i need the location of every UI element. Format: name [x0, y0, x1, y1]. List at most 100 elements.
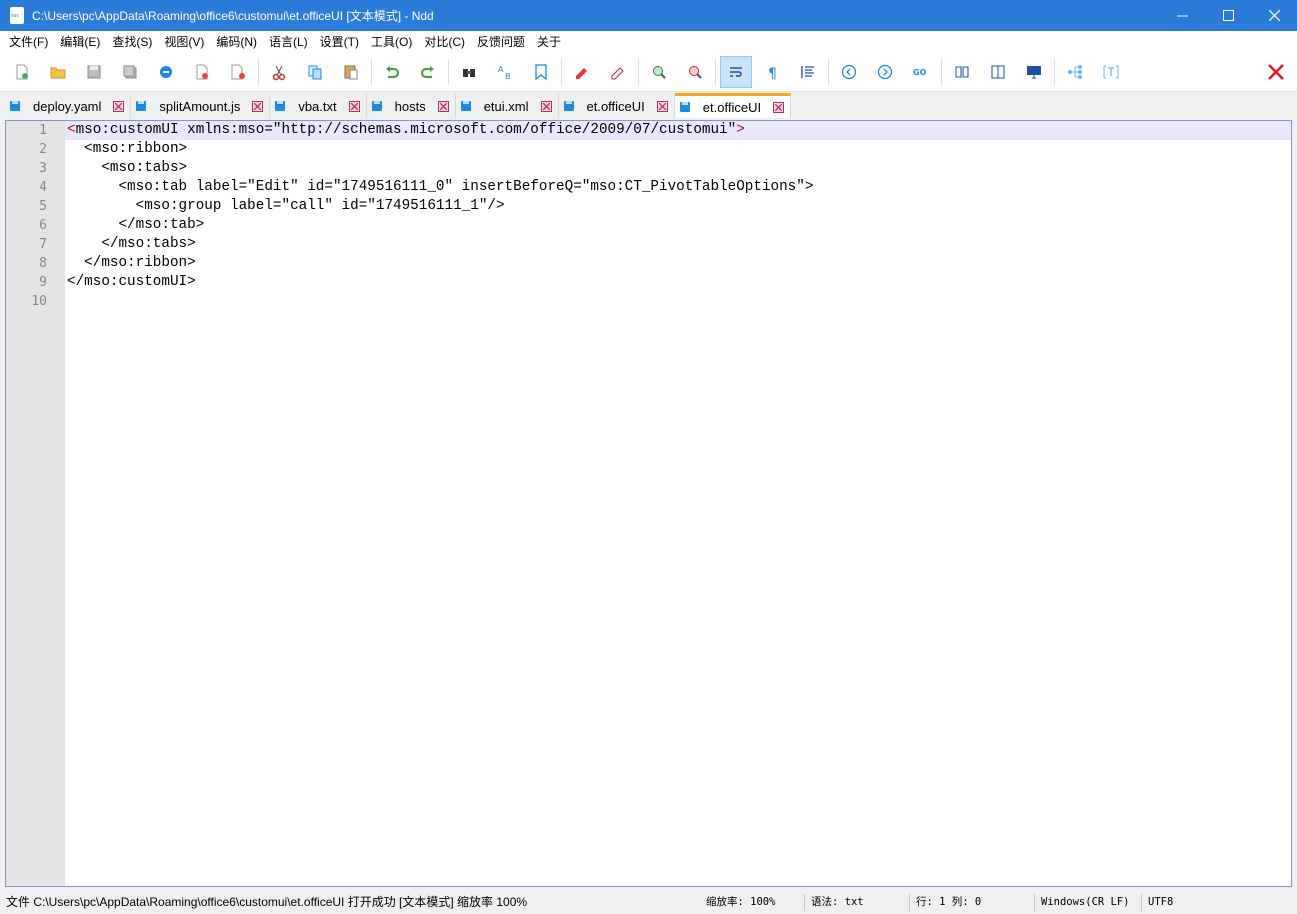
tab-close-button[interactable]: [656, 100, 668, 112]
compare-button[interactable]: [946, 56, 978, 88]
toolbar-separator: [941, 59, 942, 85]
tab-close-button[interactable]: [437, 100, 449, 112]
status-bar: 文件 C:\Users\pc\AppData\Roaming\office6\c…: [0, 891, 1297, 914]
bracket-match: <: [67, 122, 76, 138]
code-line[interactable]: </mso:tab>: [65, 216, 1291, 235]
code-line[interactable]: <mso:tabs>: [65, 159, 1291, 178]
code-line[interactable]: <mso:customUI xmlns:mso="http://schemas.…: [65, 121, 1291, 140]
monitor-button[interactable]: [1018, 56, 1050, 88]
menu-about[interactable]: 关于: [531, 31, 567, 53]
tab-label: deploy.yaml: [33, 98, 102, 114]
toolbar-separator: [448, 59, 449, 85]
code-line[interactable]: </mso:customUI>: [65, 273, 1291, 292]
rename-button[interactable]: [150, 56, 182, 88]
tab-splitamount-js[interactable]: splitAmount.js: [131, 94, 271, 118]
indent-guide-button[interactable]: [792, 56, 824, 88]
menu-settings[interactable]: 设置(T): [314, 31, 365, 53]
menu-edit[interactable]: 编辑(E): [54, 31, 106, 53]
code-editor[interactable]: 1 2 3 4 5 6 7 8 9 10 <mso:customUI xmlns…: [5, 120, 1292, 887]
save-all-button[interactable]: [114, 56, 146, 88]
toolbar-separator: [715, 59, 716, 85]
code-line[interactable]: <mso:ribbon>: [65, 140, 1291, 159]
close-window-button[interactable]: [1251, 0, 1297, 31]
tab-deploy-yaml[interactable]: deploy.yaml: [5, 94, 132, 118]
text-mode-button[interactable]: [1095, 56, 1127, 88]
bookmark-button[interactable]: [525, 56, 557, 88]
indent-guide-icon: [801, 66, 814, 78]
code-text: </mso:customUI>: [67, 274, 196, 290]
paste-button[interactable]: [335, 56, 367, 88]
close-icon: [658, 102, 666, 110]
code-line[interactable]: <mso:tab label="Edit" id="1749516111_0" …: [65, 178, 1291, 197]
next-button[interactable]: [869, 56, 901, 88]
floppy-icon: [563, 101, 574, 111]
new-file-icon: [16, 64, 28, 80]
close-all-button[interactable]: [222, 56, 254, 88]
close-all-icon: [231, 64, 245, 80]
copy-button[interactable]: [299, 56, 331, 88]
prev-button[interactable]: [833, 56, 865, 88]
close-icon: [1268, 64, 1284, 80]
bracket-match: >: [736, 122, 745, 138]
tab-close-button[interactable]: [113, 100, 125, 112]
line-number: 7: [39, 237, 47, 252]
tab-close-button[interactable]: [540, 100, 552, 112]
mark-button[interactable]: [566, 56, 598, 88]
tree-icon: [1068, 65, 1082, 79]
open-file-button[interactable]: [42, 56, 74, 88]
tab-close-button[interactable]: [252, 100, 264, 112]
status-syntax: 语法: txt: [811, 896, 864, 908]
split-view-button[interactable]: [982, 56, 1014, 88]
menu-feedback[interactable]: 反馈问题: [471, 31, 531, 53]
code-line[interactable]: [65, 292, 1291, 311]
show-symbols-button[interactable]: ¶: [756, 56, 788, 88]
close-file-button[interactable]: [186, 56, 218, 88]
menu-bar: 文件(F) 编辑(E) 查找(S) 视图(V) 编码(N) 语言(L) 设置(T…: [0, 31, 1297, 53]
maximize-button[interactable]: [1205, 0, 1251, 31]
status-eol: Windows(CR LF): [1041, 896, 1130, 908]
status-position: 行: 1 列: 0: [916, 896, 982, 908]
zoom-in-button[interactable]: [643, 56, 675, 88]
menu-view[interactable]: 视图(V): [158, 31, 210, 53]
tab-etui-xml[interactable]: etui.xml: [455, 94, 559, 118]
code-line[interactable]: </mso:tabs>: [65, 235, 1291, 254]
cut-button[interactable]: [263, 56, 295, 88]
menu-find[interactable]: 查找(S): [106, 31, 158, 53]
word-wrap-button[interactable]: [720, 56, 752, 88]
menu-tools[interactable]: 工具(O): [365, 31, 418, 53]
goto-button[interactable]: GO: [905, 56, 937, 88]
tab-hosts[interactable]: hosts: [366, 94, 456, 118]
tab-et-officeui[interactable]: et.officeUI: [558, 94, 675, 118]
tab-vba-txt[interactable]: vba.txt: [270, 94, 367, 118]
clear-mark-button[interactable]: [602, 56, 634, 88]
find-button[interactable]: [453, 56, 485, 88]
menu-file[interactable]: 文件(F): [3, 31, 54, 53]
code-line[interactable]: <mso:group label="call" id="1749516111_1…: [65, 197, 1291, 216]
redo-button[interactable]: [412, 56, 444, 88]
paste-icon: [344, 65, 358, 80]
menu-compare[interactable]: 对比(C): [418, 31, 471, 53]
zoom-out-button[interactable]: [679, 56, 711, 88]
tab-label: splitAmount.js: [159, 98, 241, 114]
close-file-icon: [196, 64, 208, 80]
code-line[interactable]: </mso:ribbon>: [65, 254, 1291, 273]
close-document-button[interactable]: [1265, 61, 1287, 83]
tab-et-officeui-active[interactable]: et.officeUI: [674, 93, 792, 118]
zoom-out-icon: [689, 66, 702, 79]
redo-icon: [420, 66, 434, 79]
tab-close-button[interactable]: [348, 100, 360, 112]
save-button[interactable]: [78, 56, 110, 88]
code-area[interactable]: <mso:customUI xmlns:mso="http://schemas.…: [65, 121, 1291, 886]
undo-button[interactable]: [376, 56, 408, 88]
minimize-button[interactable]: [1159, 0, 1205, 31]
tab-close-button[interactable]: [773, 101, 785, 113]
toolbar-separator: [638, 59, 639, 85]
replace-button[interactable]: AB: [489, 56, 521, 88]
menu-encoding[interactable]: 编码(N): [210, 31, 263, 53]
new-file-button[interactable]: [6, 56, 38, 88]
tab-label: hosts: [394, 98, 426, 114]
status-encoding: UTF8: [1148, 896, 1174, 908]
menu-language[interactable]: 语言(L): [263, 31, 314, 53]
line-number: 4: [39, 180, 47, 195]
tree-button[interactable]: [1059, 56, 1091, 88]
